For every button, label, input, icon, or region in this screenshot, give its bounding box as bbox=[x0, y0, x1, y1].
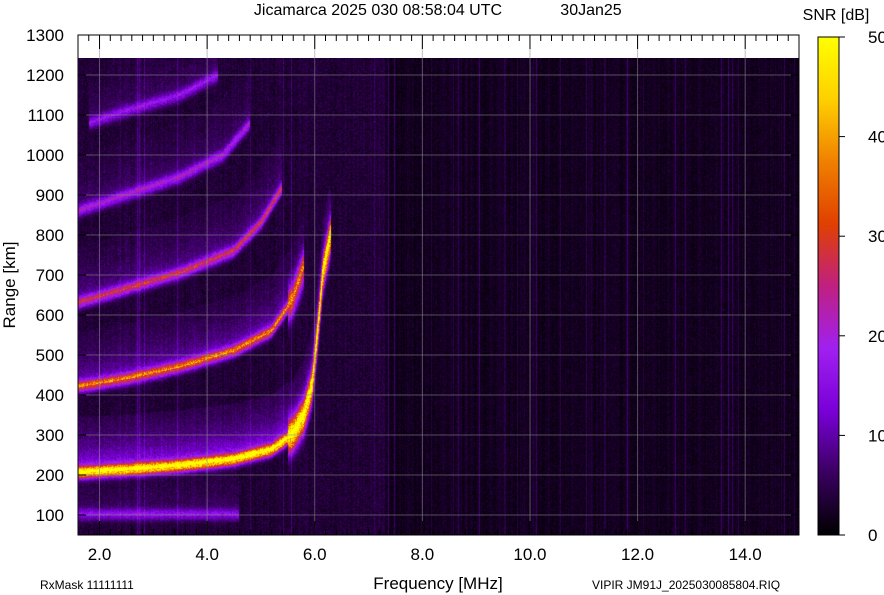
colorbar-tick-label: 50 bbox=[868, 28, 884, 47]
y-tick-label: 500 bbox=[36, 346, 64, 365]
x-tick-label: 14.0 bbox=[729, 545, 762, 564]
colorbar-ticks: 0 10 20 30 40 50 bbox=[839, 28, 884, 545]
y-tick-label: 1100 bbox=[27, 106, 64, 125]
ionogram-chart: Jicamarca 2025 030 08:58:04 UTC 30Jan25 … bbox=[0, 2, 884, 593]
y-axis-title: Range [km] bbox=[0, 242, 19, 329]
y-tick-label: 100 bbox=[36, 506, 64, 525]
y-tick-label: 400 bbox=[36, 386, 64, 405]
chart-date-label: 30Jan25 bbox=[560, 2, 621, 19]
y-tick-label: 300 bbox=[36, 426, 64, 445]
colorbar-title: SNR [dB] bbox=[803, 7, 870, 24]
y-tick-label: 1000 bbox=[26, 146, 64, 165]
x-tick-label: 4.0 bbox=[195, 545, 219, 564]
y-tick-label: 1200 bbox=[26, 66, 64, 85]
y-tick-label: 1300 bbox=[26, 26, 64, 45]
y-tick-label: 800 bbox=[36, 226, 64, 245]
x-tick-label: 2.0 bbox=[88, 545, 112, 564]
colorbar-tick-label: 30 bbox=[868, 227, 884, 246]
colorbar bbox=[817, 36, 840, 536]
rxmask-label: RxMask 11111111 bbox=[40, 578, 134, 592]
colorbar-tick-label: 40 bbox=[868, 128, 884, 147]
y-tick-label: 900 bbox=[36, 186, 64, 205]
colorbar-tick-label: 0 bbox=[868, 526, 877, 545]
colorbar-tick-label: 20 bbox=[868, 327, 884, 346]
x-tick-label: 12.0 bbox=[621, 545, 654, 564]
x-tick-label: 10.0 bbox=[513, 545, 546, 564]
y-tick-label: 200 bbox=[36, 466, 64, 485]
x-tick-label: 6.0 bbox=[303, 545, 327, 564]
y-tick-label: 600 bbox=[36, 306, 64, 325]
colorbar-tick-label: 10 bbox=[868, 426, 884, 445]
x-tick-label: 8.0 bbox=[411, 545, 435, 564]
y-tick-label: 700 bbox=[36, 266, 64, 285]
x-axis-title: Frequency [MHz] bbox=[373, 574, 502, 593]
chart-title: Jicamarca 2025 030 08:58:04 UTC bbox=[254, 2, 502, 19]
heatmap-image bbox=[78, 58, 799, 535]
file-label: VIPIR JM91J_20250300858​04.RIQ bbox=[592, 578, 780, 592]
